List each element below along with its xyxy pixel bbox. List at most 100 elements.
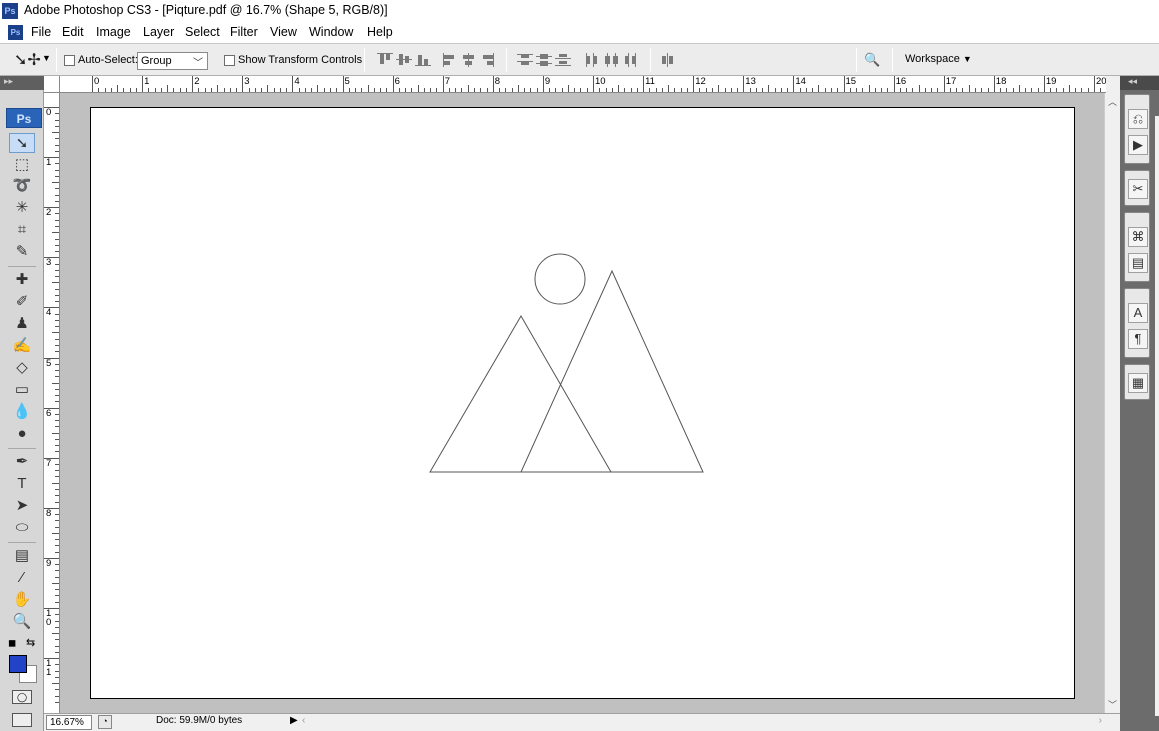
- align-bottom-edges-icon[interactable]: [415, 53, 431, 67]
- paragraph-panel-icon[interactable]: ¶: [1128, 329, 1148, 349]
- distribute-vertical-centers-icon[interactable]: [536, 53, 552, 67]
- ruler-number: 4: [294, 76, 300, 87]
- quick-mask-icon[interactable]: ◯: [12, 690, 32, 704]
- app-menu-icon[interactable]: Ps: [8, 25, 23, 40]
- default-colors-icon[interactable]: ◼: [8, 638, 16, 649]
- align-top-edges-icon[interactable]: [377, 53, 393, 67]
- bridge-icon[interactable]: 🔍: [864, 52, 886, 70]
- vertical-scrollbar[interactable]: ︿ ﹀: [1104, 93, 1120, 713]
- ruler-minor-tick: [768, 85, 770, 92]
- ruler-minor-tick: [52, 182, 59, 184]
- layers-panel-icon[interactable]: ⌘: [1128, 227, 1148, 247]
- ruler-number: 18: [995, 76, 1007, 87]
- auto-select-checkbox[interactable]: [64, 55, 75, 66]
- type-tool-icon[interactable]: T: [9, 474, 35, 494]
- align-right-edges-icon[interactable]: [480, 53, 496, 67]
- align-horizontal-centers-icon[interactable]: [461, 53, 477, 67]
- ruler-major-tick: [442, 76, 444, 92]
- blur-tool-icon[interactable]: 💧: [9, 402, 35, 422]
- status-info-icon[interactable]: ◔: [98, 715, 112, 729]
- distribute-bottom-edges-icon[interactable]: [555, 53, 571, 67]
- eyedropper-tool-icon[interactable]: ⁄: [9, 568, 35, 588]
- document-info: Doc: 59.9M/0 bytes: [156, 715, 243, 726]
- menu-select[interactable]: Select: [185, 25, 220, 39]
- swap-colors-icon[interactable]: ⇆: [26, 636, 35, 649]
- healing-brush-tool-icon[interactable]: ✚: [9, 270, 35, 290]
- tools-panel-grip[interactable]: ▸▸: [0, 76, 44, 90]
- align-left-edges-icon[interactable]: [442, 53, 458, 67]
- scroll-up-icon[interactable]: ︿: [1108, 95, 1117, 108]
- brush-tool-icon[interactable]: ✐: [9, 292, 35, 312]
- actions-panel-icon[interactable]: ▶: [1128, 135, 1148, 155]
- photoshop-logo-icon[interactable]: Ps: [6, 108, 42, 128]
- horizontal-scrollbar[interactable]: ‹ ›: [302, 715, 1102, 729]
- ruler-major-tick: [693, 76, 695, 92]
- menu-image[interactable]: Image: [96, 25, 131, 39]
- ruler-number: 1 1: [46, 658, 52, 679]
- crop-tool-icon[interactable]: ⌗: [9, 220, 35, 240]
- auto-select-group-dropdown[interactable]: Group ﹀: [137, 52, 208, 70]
- ruler-minor-tick: [567, 85, 569, 92]
- tool-presets-panel-icon[interactable]: ✂: [1128, 179, 1148, 199]
- menu-help[interactable]: Help: [367, 25, 393, 39]
- scroll-down-icon[interactable]: ﹀: [1108, 698, 1117, 711]
- menu-view[interactable]: View: [270, 25, 297, 39]
- character-panel-icon[interactable]: A: [1128, 303, 1148, 323]
- scroll-right-icon[interactable]: ›: [1099, 715, 1102, 726]
- eraser-tool-icon[interactable]: ◇: [9, 358, 35, 378]
- menu-layer[interactable]: Layer: [143, 25, 174, 39]
- distribute-horizontal-centers-icon[interactable]: [604, 53, 620, 67]
- ruler-origin[interactable]: [44, 76, 60, 93]
- ruler-major-tick: [1043, 76, 1045, 92]
- screen-mode-icon[interactable]: [12, 713, 32, 727]
- menu-window[interactable]: Window: [309, 25, 353, 39]
- slice-tool-icon[interactable]: ✎: [9, 242, 35, 262]
- dock-grip[interactable]: ◂◂: [1120, 76, 1159, 90]
- path-selection-tool-icon[interactable]: ➤: [9, 496, 35, 516]
- menu-edit[interactable]: Edit: [62, 25, 84, 39]
- dodge-tool-icon[interactable]: ●: [9, 424, 35, 444]
- workspace-button[interactable]: Workspace ▼: [905, 53, 972, 65]
- ruler-major-tick: [993, 76, 995, 92]
- shape-tool-icon[interactable]: ⬭: [9, 518, 35, 538]
- gradient-tool-icon[interactable]: ▭: [9, 380, 35, 400]
- artwork-triangle-left[interactable]: [429, 315, 612, 473]
- auto-align-layers-icon[interactable]: [660, 53, 676, 67]
- history-panel-icon[interactable]: ⎌: [1128, 109, 1148, 129]
- status-menu-arrow-icon[interactable]: ▶: [290, 715, 298, 726]
- pen-tool-icon[interactable]: ✒: [9, 452, 35, 472]
- artwork-circle[interactable]: [534, 253, 586, 305]
- document-canvas[interactable]: [90, 107, 1075, 699]
- tool-preset-dropdown-icon[interactable]: ▼: [42, 53, 51, 63]
- history-brush-tool-icon[interactable]: ✍: [9, 336, 35, 356]
- vertical-ruler[interactable]: 0 1 2 3 4 5 6 7 8 9 1 0 1 1: [44, 93, 60, 713]
- ruler-number: 5: [46, 357, 52, 369]
- zoom-tool-icon[interactable]: 🔍: [9, 612, 35, 632]
- menu-file[interactable]: File: [31, 25, 51, 39]
- zoom-level-field[interactable]: 16.67%: [46, 715, 92, 730]
- notes-tool-icon[interactable]: ▤: [9, 546, 35, 566]
- distribute-top-edges-icon[interactable]: [517, 53, 533, 67]
- move-tool-preset-icon[interactable]: ➘✢: [14, 50, 41, 70]
- title-bar: Ps Adobe Photoshop CS3 - [Piqture.pdf @ …: [0, 0, 1159, 22]
- ruler-number: 16: [895, 76, 907, 87]
- lasso-tool-icon[interactable]: ➰: [9, 176, 35, 196]
- marquee-tool-icon[interactable]: ⬚: [9, 155, 35, 175]
- info-panel-icon[interactable]: ▦: [1128, 373, 1148, 393]
- clone-stamp-tool-icon[interactable]: ♟: [9, 314, 35, 334]
- move-tool-icon[interactable]: ➘: [9, 133, 35, 153]
- channels-panel-icon[interactable]: ▤: [1128, 253, 1148, 273]
- status-bar: 16.67% ◔ Doc: 59.9M/0 bytes ▶ ‹ ›: [44, 713, 1120, 731]
- horizontal-ruler[interactable]: 0 1 2 3 4 5 6 7 8 9 10 11 12 13 14 15 16 17 18 19 20: [60, 76, 1106, 93]
- distribute-right-edges-icon[interactable]: [623, 53, 639, 67]
- hand-tool-icon[interactable]: ✋: [9, 590, 35, 610]
- scroll-left-icon[interactable]: ‹: [302, 715, 305, 726]
- foreground-color-swatch[interactable]: [9, 655, 27, 673]
- ruler-minor-tick: [718, 85, 720, 92]
- align-vertical-centers-icon[interactable]: [396, 53, 412, 67]
- distribute-left-edges-icon[interactable]: [585, 53, 601, 67]
- magic-wand-tool-icon[interactable]: ✳: [9, 198, 35, 218]
- ruler-minor-tick: [52, 232, 59, 234]
- show-transform-controls-checkbox[interactable]: [224, 55, 235, 66]
- menu-filter[interactable]: Filter: [230, 25, 258, 39]
